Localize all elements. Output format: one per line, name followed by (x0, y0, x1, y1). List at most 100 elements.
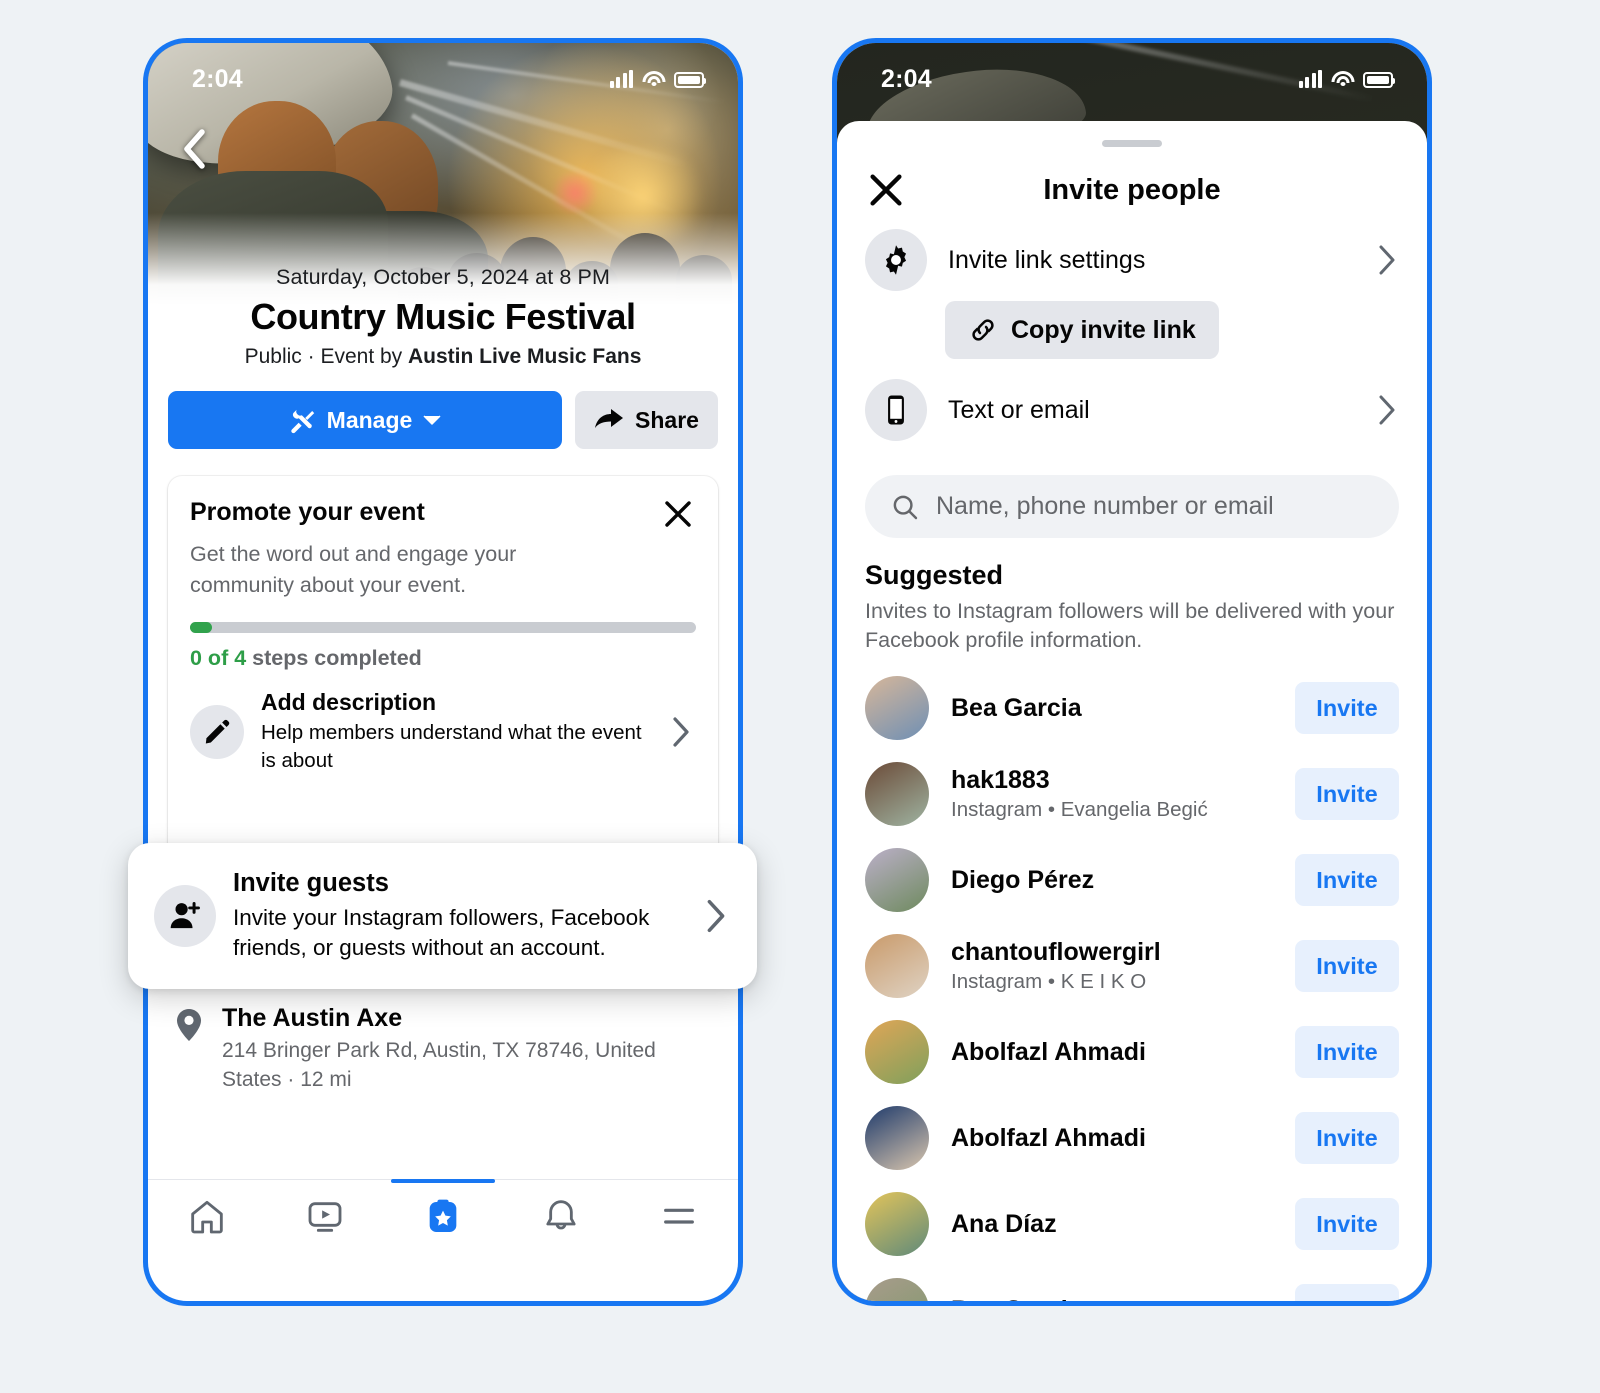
close-icon (665, 501, 691, 527)
promote-task-subtitle: Help members understand what the event i… (261, 721, 642, 772)
manage-button-label: Manage (326, 406, 413, 433)
invite-button[interactable]: Invite (1295, 682, 1399, 735)
share-button-label: Share (635, 406, 699, 433)
tab-active-indicator (391, 1179, 495, 1183)
avatar (865, 676, 929, 741)
event-date: Saturday, October 5, 2024 at 8 PM (276, 265, 610, 289)
avatar (865, 1278, 929, 1301)
share-button[interactable]: Share (575, 391, 718, 449)
copy-invite-link-button[interactable]: Copy invite link (945, 301, 1219, 359)
person-text: Abolfazl Ahmadi (951, 1038, 1273, 1067)
invite-button[interactable]: Invite (1295, 1112, 1399, 1165)
link-icon (972, 319, 994, 341)
event-action-bar: Manage Share (148, 369, 738, 449)
back-button[interactable] (170, 125, 218, 173)
event-meta: Saturday, October 5, 2024 at 8 PM Countr… (148, 265, 738, 369)
chevron-left-icon (184, 129, 205, 169)
promote-progress-suffix: steps completed (246, 646, 422, 671)
gear-icon-circle (865, 229, 927, 291)
status-icons (1298, 70, 1395, 88)
invite-guests-chevron (699, 898, 733, 934)
person-name: Abolfazl Ahmadi (951, 1037, 1146, 1066)
person-text: chantouflowergirl Instagram • K E I K O (951, 938, 1273, 994)
event-location[interactable]: The Austin Axe 214 Bringer Park Rd, Aust… (148, 984, 738, 1095)
video-icon (308, 1201, 342, 1232)
suggested-people-list: Bea Garcia Invite hak1883 Instagram • Ev… (837, 655, 1427, 1301)
sheet-drag-handle[interactable] (1102, 140, 1162, 147)
list-item[interactable]: Bea Garcia Invite (837, 1267, 1427, 1301)
promote-progress-count: 0 of 4 (190, 646, 247, 671)
pencil-icon (205, 719, 230, 744)
event-host: Austin Live Music Fans (408, 345, 642, 368)
person-text: Bea Garcia (951, 1296, 1273, 1301)
option-text-or-email[interactable]: Text or email (837, 361, 1427, 459)
invite-button[interactable]: Invite (1295, 854, 1399, 907)
location-pin-icon (177, 1008, 201, 1041)
cellular-signal-icon (609, 70, 633, 88)
promote-card-header: Promote your event (190, 498, 696, 532)
status-bar-left: 2:04 (148, 43, 738, 101)
person-subtitle: Instagram • K E I K O (951, 970, 1147, 994)
chevron-right-icon (1379, 245, 1395, 275)
tab-menu[interactable] (620, 1180, 738, 1253)
list-item[interactable]: Ana Díaz Invite (837, 1181, 1427, 1267)
phone-left: 2:04 Saturday, October 5, 2024 at 8 PM C… (143, 38, 743, 1306)
tab-video[interactable] (266, 1180, 384, 1253)
chevron-right-icon (707, 900, 725, 933)
invite-guests-callout[interactable]: Invite guests Invite your Instagram foll… (128, 843, 757, 990)
status-icons (609, 70, 706, 88)
promote-progress-label: 0 of 4 steps completed (190, 646, 696, 671)
person-text: Bea Garcia (951, 694, 1273, 723)
phone-icon-circle (865, 379, 927, 441)
tab-events[interactable] (384, 1179, 502, 1253)
person-text: hak1883 Instagram • Evangelia Begić (951, 766, 1273, 822)
option-chevron (1375, 244, 1399, 276)
person-name: Abolfazl Ahmadi (951, 1123, 1146, 1152)
close-sheet-button[interactable] (865, 169, 907, 211)
promote-progress-bar (190, 622, 696, 634)
option-invite-link-settings[interactable]: Invite link settings (837, 211, 1427, 309)
wifi-icon (1331, 71, 1354, 88)
list-item[interactable]: hak1883 Instagram • Evangelia Begić Invi… (837, 751, 1427, 837)
sheet-title: Invite people (1043, 173, 1221, 206)
promote-card-title: Promote your event (190, 498, 425, 526)
avatar (865, 934, 929, 999)
option-label: Text or email (948, 395, 1090, 424)
list-item[interactable]: Abolfazl Ahmadi Invite (837, 1009, 1427, 1095)
event-privacy-host: Public · Event by Austin Live Music Fans (168, 345, 718, 369)
tab-notifications[interactable] (502, 1180, 620, 1253)
location-pin-icon-wrap (172, 1004, 206, 1042)
avatar (865, 1020, 929, 1085)
invite-button[interactable]: Invite (1295, 1284, 1399, 1301)
add-person-icon-circle (154, 885, 216, 948)
person-name: Bea Garcia (951, 1296, 1273, 1301)
promote-task-title: Add description (261, 689, 437, 716)
search-input[interactable]: Name, phone number or email (865, 475, 1399, 538)
person-name: chantouflowergirl (951, 938, 1161, 967)
sheet-header: Invite people (837, 147, 1427, 211)
invite-button[interactable]: Invite (1295, 1198, 1399, 1251)
promote-task-body: Add description Help members understand … (261, 689, 649, 774)
status-time: 2:04 (192, 64, 243, 93)
chevron-right-icon (1379, 395, 1395, 425)
tab-home[interactable] (148, 1180, 266, 1253)
phone-right: 2:04 Invite people Invite link settings … (832, 38, 1432, 1306)
list-item[interactable]: Bea Garcia Invite (837, 665, 1427, 751)
invite-button[interactable]: Invite (1295, 768, 1399, 821)
list-item[interactable]: Abolfazl Ahmadi Invite (837, 1095, 1427, 1181)
avatar (865, 1106, 929, 1171)
list-item[interactable]: Diego Pérez Invite (837, 837, 1427, 923)
status-bar-right: 2:04 (837, 43, 1427, 101)
manage-button[interactable]: Manage (168, 391, 562, 449)
promote-task-chevron (666, 716, 696, 748)
invite-button[interactable]: Invite (1295, 940, 1399, 993)
cellular-signal-icon (1298, 70, 1322, 88)
suggested-note: Invites to Instagram followers will be d… (865, 599, 1395, 653)
status-time: 2:04 (881, 64, 932, 93)
event-privacy: Public · Event by (244, 345, 408, 368)
list-item[interactable]: chantouflowergirl Instagram • K E I K O … (837, 923, 1427, 1009)
promote-task-add-description[interactable]: Add description Help members understand … (190, 671, 696, 788)
add-person-icon (170, 902, 200, 929)
invite-button[interactable]: Invite (1295, 1026, 1399, 1079)
dismiss-promote-card-button[interactable] (660, 496, 696, 532)
